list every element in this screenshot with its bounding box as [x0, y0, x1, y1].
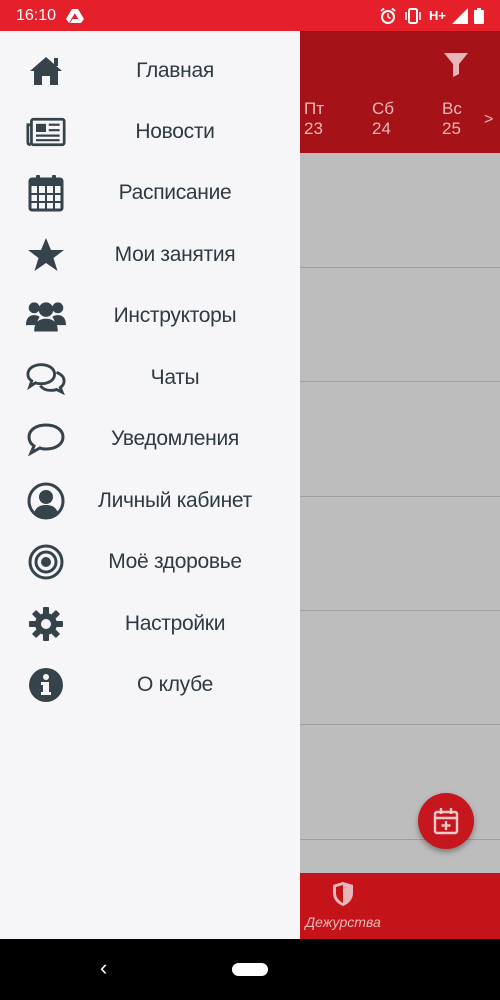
menu-item-settings[interactable]: Настройки — [0, 596, 300, 652]
menu-item-label: Моё здоровье — [108, 550, 242, 573]
menu-item-label: О клубе — [137, 673, 213, 696]
back-button[interactable]: ‹ — [100, 955, 107, 981]
menu-item-schedule[interactable]: Расписание — [0, 165, 300, 221]
status-bar: 16:10 H+ — [0, 0, 500, 31]
menu-item-label: Расписание — [118, 181, 232, 204]
vibrate-icon — [405, 7, 421, 24]
drawer-scrim[interactable] — [300, 31, 500, 939]
menu-item-health[interactable]: Моё здоровье — [0, 534, 300, 590]
menu-item-chats[interactable]: Чаты — [0, 350, 300, 406]
menu-item-label: Уведомления — [110, 427, 239, 450]
menu-item-instructors[interactable]: Инструкторы — [0, 288, 300, 344]
network-type: H+ — [429, 8, 446, 23]
menu-item-label: Настройки — [124, 612, 226, 635]
menu-item-label: Инструкторы — [113, 304, 237, 327]
menu-item-label: Главная — [136, 59, 214, 82]
menu-item-label: Новости — [135, 120, 215, 143]
menu-item-notifications[interactable]: Уведомления — [0, 411, 300, 467]
menu-item-label: Мои занятия — [114, 243, 236, 266]
menu-item-account[interactable]: Личный кабинет — [0, 473, 300, 529]
status-time: 16:10 — [16, 6, 57, 24]
menu-item-my-classes[interactable]: Мои занятия — [0, 227, 300, 283]
navigation-drawer: Главная Новости Расписание Мои занятия И… — [0, 31, 300, 939]
menu-item-news[interactable]: Новости — [0, 104, 300, 160]
drive-notification-icon — [66, 8, 85, 23]
menu-item-label: Личный кабинет — [98, 489, 252, 512]
menu-item-about-club[interactable]: О клубе — [0, 657, 300, 713]
menu-item-label: Чаты — [150, 366, 200, 389]
menu-item-home[interactable]: Главная — [0, 43, 300, 99]
battery-icon — [474, 7, 484, 24]
system-navigation-bar: ‹ — [0, 939, 500, 1000]
home-pill-button[interactable] — [232, 963, 268, 976]
alarm-icon — [380, 7, 396, 24]
signal-icon — [452, 7, 468, 24]
